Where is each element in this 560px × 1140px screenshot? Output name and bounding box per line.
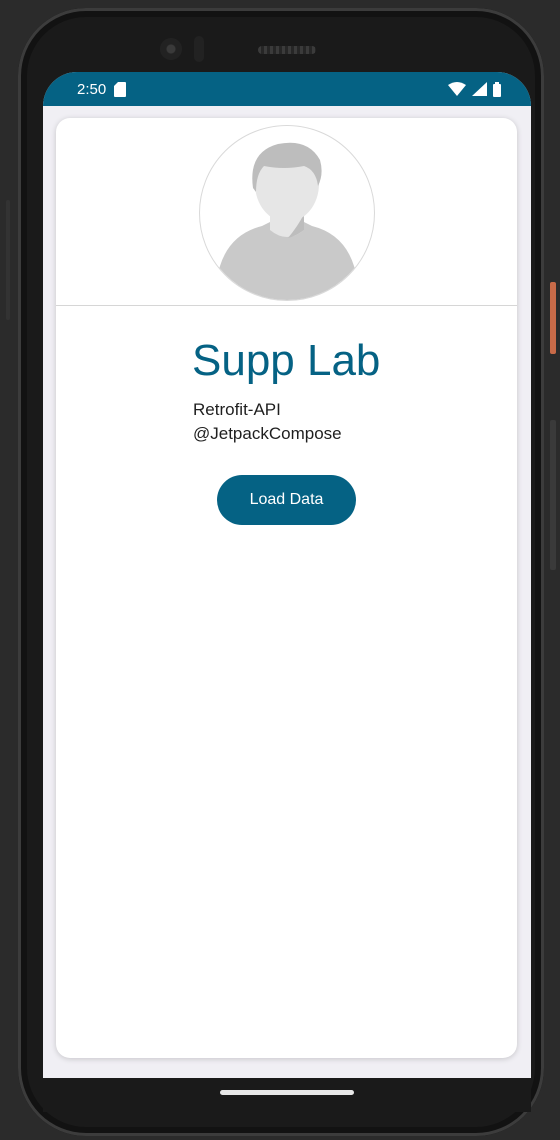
proximity-sensor <box>194 36 204 62</box>
profile-subtitle-line1: Retrofit-API <box>193 400 281 419</box>
header-divider <box>56 305 517 306</box>
wifi-icon <box>448 82 466 96</box>
device-edge <box>6 200 10 320</box>
profile-card: Supp Lab Retrofit-API @JetpackCompose Lo… <box>56 118 517 1058</box>
front-camera-icon <box>160 38 182 60</box>
cell-signal-icon <box>472 82 487 96</box>
sd-card-icon <box>114 81 127 97</box>
status-time: 2:50 <box>77 80 107 98</box>
profile-name: Supp Lab <box>192 336 381 385</box>
profile-subtitle-line2: @JetpackCompose <box>193 424 342 443</box>
status-right <box>448 81 501 97</box>
load-data-button[interactable]: Load Data <box>217 475 356 525</box>
user-avatar-icon <box>199 125 375 301</box>
status-left: 2:50 <box>77 80 127 98</box>
earpiece-speaker <box>258 46 316 54</box>
navigation-bar <box>43 1078 531 1112</box>
volume-rocker[interactable] <box>550 420 556 570</box>
device-stage: 2:50 Supp Lab Retrofit-API @JetpackCompo… <box>0 0 560 1140</box>
app-screen: 2:50 Supp Lab Retrofit-API @JetpackCompo… <box>43 72 531 1078</box>
home-gesture-handle[interactable] <box>220 1090 354 1095</box>
status-bar: 2:50 <box>43 72 531 106</box>
power-button[interactable] <box>550 282 556 354</box>
battery-icon <box>493 81 501 97</box>
